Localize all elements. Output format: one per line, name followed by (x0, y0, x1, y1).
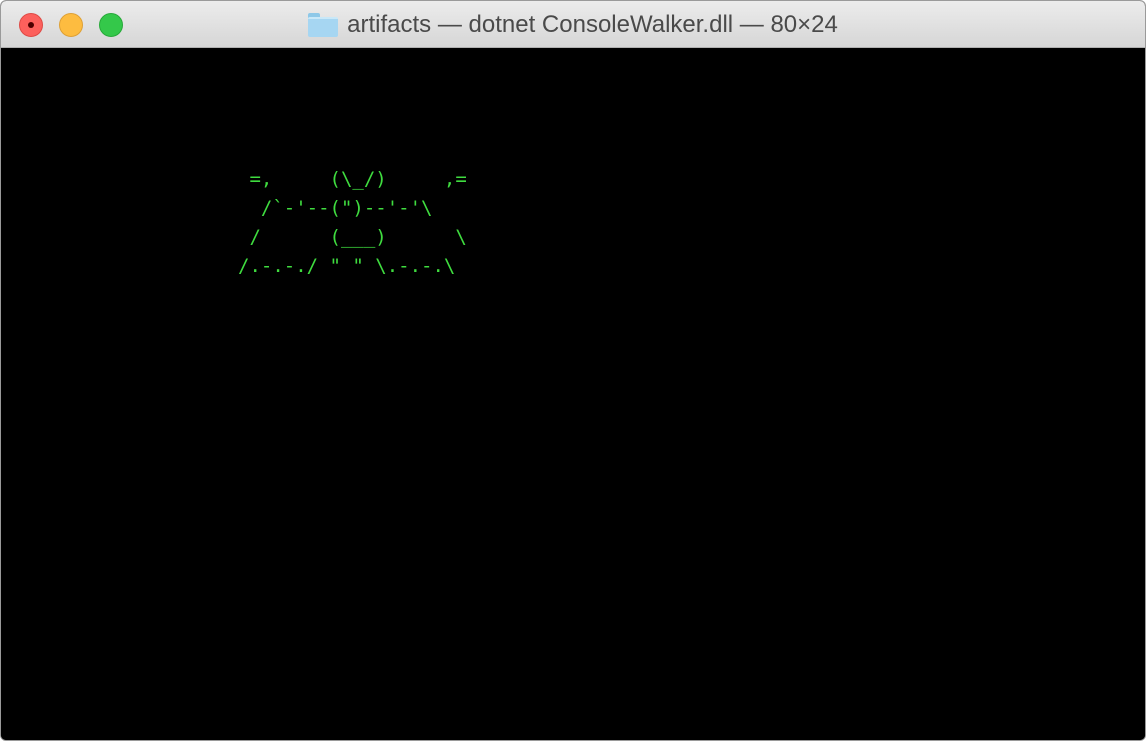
ascii-line: /`-'--(")--'-'\ (238, 197, 433, 219)
title-bar[interactable]: artifacts — dotnet ConsoleWalker.dll — 8… (1, 1, 1145, 48)
ascii-line: / (___) \ (238, 226, 467, 248)
ascii-line: /.-.-./ " " \.-.-.\ (238, 255, 456, 277)
window-title: artifacts — dotnet ConsoleWalker.dll — 8… (347, 10, 838, 38)
title-area: artifacts — dotnet ConsoleWalker.dll — 8… (1, 1, 1145, 48)
ascii-art: =, (\_/) ,= /`-'--(")--'-'\ / (___) \ /.-… (238, 165, 467, 281)
folder-icon (308, 12, 339, 37)
terminal-content[interactable]: =, (\_/) ,= /`-'--(")--'-'\ / (___) \ /.-… (1, 48, 1145, 740)
ascii-line: =, (\_/) ,= (238, 168, 467, 190)
terminal-window: artifacts — dotnet ConsoleWalker.dll — 8… (0, 0, 1146, 741)
